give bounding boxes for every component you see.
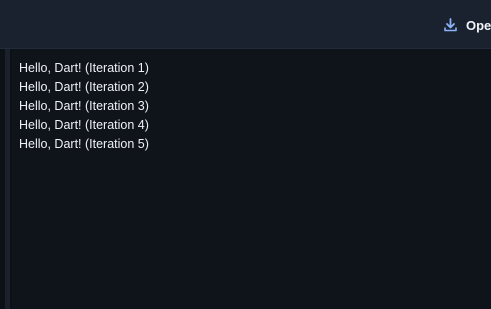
console-lines: Hello, Dart! (Iteration 1) Hello, Dart! … (19, 59, 149, 154)
console-line: Hello, Dart! (Iteration 2) (19, 80, 149, 94)
console-output: Hello, Dart! (Iteration 1) Hello, Dart! … (12, 49, 491, 309)
console-line: Hello, Dart! (Iteration 5) (19, 137, 149, 151)
download-icon (444, 18, 457, 32)
top-toolbar: Ope (0, 0, 491, 49)
panel-resize-handle[interactable] (5, 49, 10, 309)
console-line: Hello, Dart! (Iteration 4) (19, 118, 149, 132)
open-button-label: Ope (466, 17, 491, 33)
open-button[interactable]: Ope (444, 14, 491, 36)
console-line: Hello, Dart! (Iteration 1) (19, 61, 149, 75)
console-line: Hello, Dart! (Iteration 3) (19, 99, 149, 113)
